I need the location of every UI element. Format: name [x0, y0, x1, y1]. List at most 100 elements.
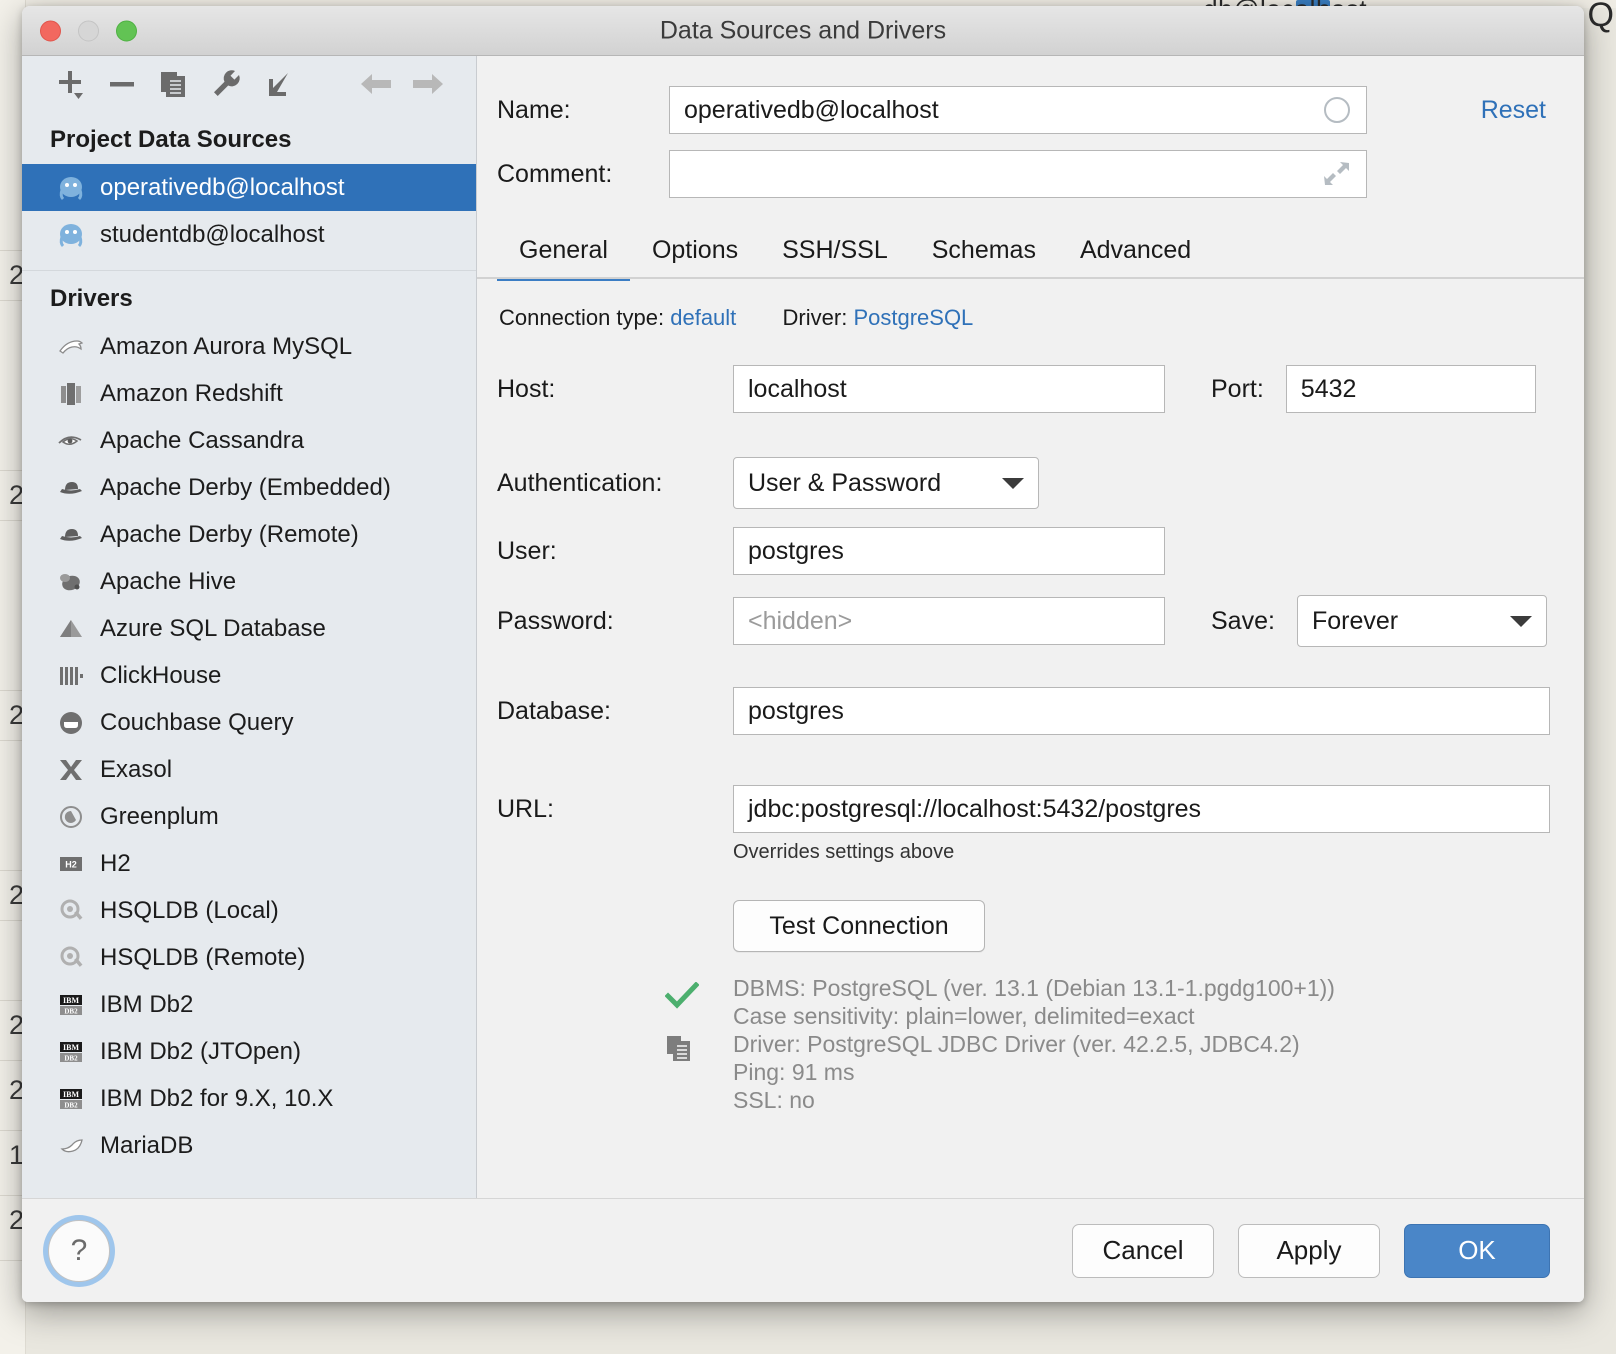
result-line-ssl: SSL: no [733, 1087, 815, 1114]
copy-icon[interactable] [665, 1034, 695, 1069]
driver-item-ibm-db2[interactable]: IBM DB2 IBM Db2 [22, 981, 476, 1028]
name-input[interactable]: operativedb@localhost [669, 86, 1367, 134]
import-button[interactable] [252, 62, 304, 106]
driver-item-mariadb[interactable]: MariaDB [22, 1122, 476, 1169]
driver-item-exasol[interactable]: Exasol [22, 746, 476, 793]
driver-item-h2[interactable]: H2 H2 [22, 840, 476, 887]
tab-general[interactable]: General [497, 236, 630, 281]
derby-hat-icon [56, 473, 86, 503]
add-button[interactable] [44, 62, 96, 106]
user-input[interactable]: postgres [733, 527, 1165, 575]
gutter-line-number: 2 [8, 260, 24, 290]
db2-icon: IBM DB2 [56, 1084, 86, 1114]
ok-button[interactable]: OK [1404, 1223, 1550, 1278]
tab-advanced[interactable]: Advanced [1058, 236, 1213, 279]
driver-item-ibm-db2-jtopen[interactable]: IBM DB2 IBM Db2 (JTOpen) [22, 1028, 476, 1075]
cancel-button[interactable]: Cancel [1072, 1223, 1214, 1278]
sidebar-item-operativedb[interactable]: operativedb@localhost [22, 164, 476, 211]
arrow-left-icon [358, 69, 394, 99]
comment-input[interactable] [669, 150, 1367, 198]
name-value: operativedb@localhost [684, 95, 939, 124]
driver-label: Amazon Redshift [100, 379, 283, 407]
driver-item-ibm-db2-9x-10x[interactable]: IBM DB2 IBM Db2 for 9.X, 10.X [22, 1075, 476, 1122]
expand-icon[interactable] [1322, 159, 1352, 189]
driver-item-amazon-aurora-mysql[interactable]: Amazon Aurora MySQL [22, 323, 476, 370]
connection-info-line: Connection type: default Driver: Postgre… [499, 305, 1550, 331]
green-check-icon [664, 981, 700, 1015]
data-sources-dialog: Data Sources and Drivers Project Data So… [22, 6, 1584, 1302]
background-search-glyph: Q [1587, 0, 1614, 34]
help-button[interactable]: ? [48, 1219, 110, 1282]
circle-icon[interactable] [1322, 95, 1352, 125]
svg-text:IBM: IBM [63, 1043, 79, 1052]
authentication-select[interactable]: User & Password [733, 457, 1039, 509]
authentication-row: Authentication: User & Password [497, 457, 1550, 509]
svg-text:DB2: DB2 [64, 1101, 78, 1109]
postgresql-icon [56, 220, 86, 250]
tab-options[interactable]: Options [630, 236, 760, 279]
gutter-line-number: 2 [8, 1010, 24, 1040]
user-row: User: postgres [497, 527, 1550, 575]
svg-text:DB2: DB2 [64, 1054, 78, 1062]
reset-link[interactable]: Reset [1481, 96, 1550, 125]
url-input[interactable]: jdbc:postgresql://localhost:5432/postgre… [733, 785, 1550, 833]
sidebar-item-label: operativedb@localhost [100, 173, 345, 201]
driver-item-clickhouse[interactable]: ClickHouse [22, 652, 476, 699]
authentication-value: User & Password [748, 468, 942, 497]
apply-button[interactable]: Apply [1238, 1223, 1380, 1278]
user-label: User: [497, 536, 557, 565]
svg-text:H2: H2 [65, 859, 77, 869]
driver-item-azure-sql-database[interactable]: Azure SQL Database [22, 605, 476, 652]
driver-item-hsqldb-remote[interactable]: HSQLDB (Remote) [22, 934, 476, 981]
tab-ssh-ssl[interactable]: SSH/SSL [760, 236, 910, 279]
arrow-right-icon [410, 69, 446, 99]
test-result-text: DBMS: PostgreSQL (ver. 13.1 (Debian 13.1… [733, 974, 1335, 1114]
sidebar: Project Data Sources operativedb@localho… [22, 56, 477, 1198]
svg-text:IBM: IBM [63, 1090, 79, 1099]
driver-item-hsqldb-local[interactable]: HSQLDB (Local) [22, 887, 476, 934]
comment-row: Comment: [497, 150, 1550, 198]
driver-label: Apache Hive [100, 567, 237, 595]
password-input[interactable]: <hidden> [733, 597, 1165, 645]
couchbase-icon [56, 708, 86, 738]
back-button[interactable] [350, 62, 402, 106]
driver-value[interactable]: PostgreSQL [853, 305, 973, 330]
driver-item-apache-hive[interactable]: Apache Hive [22, 558, 476, 605]
url-row: URL: jdbc:postgresql://localhost:5432/po… [497, 785, 1550, 833]
driver-item-couchbase-query[interactable]: Couchbase Query [22, 699, 476, 746]
driver-item-apache-derby-embedded[interactable]: Apache Derby (Embedded) [22, 464, 476, 511]
hive-bee-icon [56, 567, 86, 597]
test-connection-button[interactable]: Test Connection [733, 900, 985, 952]
save-value: Forever [1311, 606, 1399, 635]
forward-button[interactable] [402, 62, 454, 106]
remove-button[interactable] [96, 62, 148, 106]
gutter-line-number: 2 [8, 480, 24, 510]
tab-bar: General Options SSH/SSL Schemas Advanced [477, 214, 1584, 281]
clickhouse-icon [56, 661, 86, 691]
connection-type-label: Connection type: [499, 305, 665, 330]
connection-type-value[interactable]: default [670, 305, 736, 330]
save-select[interactable]: Forever [1296, 595, 1547, 647]
authentication-label: Authentication: [497, 468, 663, 497]
driver-item-greenplum[interactable]: Greenplum [22, 793, 476, 840]
tab-schemas[interactable]: Schemas [910, 236, 1058, 279]
driver-item-apache-derby-remote[interactable]: Apache Derby (Remote) [22, 511, 476, 558]
redshift-icon [56, 379, 86, 409]
database-input[interactable]: postgres [733, 687, 1550, 735]
test-result-icons [497, 974, 733, 1114]
port-input[interactable]: 5432 [1285, 365, 1536, 413]
duplicate-button[interactable] [148, 62, 200, 106]
sidebar-item-studentdb[interactable]: studentdb@localhost [22, 211, 476, 258]
result-line-ping: Ping: 91 ms [733, 1059, 855, 1086]
window-title: Data Sources and Drivers [659, 16, 947, 44]
hsqldb-icon [56, 943, 86, 973]
properties-button[interactable] [200, 62, 252, 106]
host-input[interactable]: localhost [733, 365, 1165, 413]
tabs-container: General Options SSH/SSL Schemas Advanced [477, 214, 1584, 281]
azure-icon [56, 614, 86, 644]
sidebar-toolbar [22, 56, 476, 112]
driver-item-apache-cassandra[interactable]: Apache Cassandra [22, 417, 476, 464]
result-line-case-sensitivity: Case sensitivity: plain=lower, delimited… [733, 1003, 1195, 1030]
sidebar-list[interactable]: Project Data Sources operativedb@localho… [22, 112, 476, 1198]
driver-item-amazon-redshift[interactable]: Amazon Redshift [22, 370, 476, 417]
